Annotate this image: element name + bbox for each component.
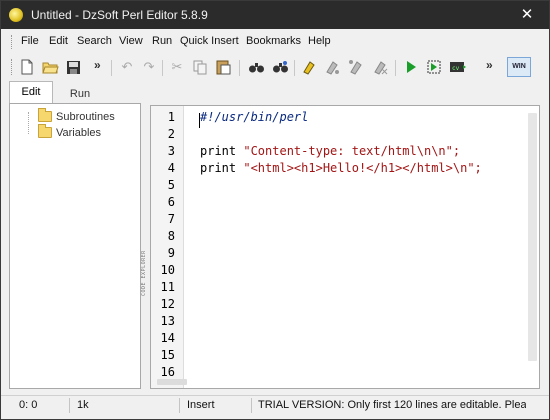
- toolbar-separator: [239, 60, 240, 76]
- line-number: 3: [167, 144, 175, 158]
- toolbar: » ↶ ↷ ✂ cv » WIN: [1, 54, 549, 80]
- toolbar-separator: [111, 60, 112, 76]
- line-number: 12: [160, 297, 175, 311]
- line-number: 9: [167, 246, 175, 260]
- find-next-icon[interactable]: [271, 58, 289, 76]
- toolbar-separator: [162, 60, 163, 76]
- menu-run[interactable]: Run: [152, 35, 172, 47]
- copy-icon[interactable]: [191, 58, 209, 76]
- toolbar-separator: [294, 60, 295, 76]
- menu-quick-insert[interactable]: Quick Insert: [180, 35, 239, 47]
- horizontal-scrollbar[interactable]: [157, 379, 187, 385]
- tree-item-label: Variables: [56, 126, 102, 139]
- line-number: 1: [167, 110, 175, 124]
- tree-item-subroutines[interactable]: Subroutines: [38, 108, 115, 124]
- syntax-check-icon[interactable]: [425, 58, 443, 76]
- main-window: Untitled - DzSoft Perl Editor 5.8.9 ✕ Fi…: [0, 0, 550, 420]
- line-number: 2: [167, 127, 175, 141]
- tree-connector: [28, 112, 38, 134]
- bookmark-clear-icon[interactable]: [371, 58, 389, 76]
- status-separator: [251, 398, 252, 413]
- menu-file[interactable]: File: [21, 35, 39, 47]
- app-logo-icon: [9, 8, 23, 22]
- undo-icon[interactable]: ↶: [118, 58, 136, 76]
- status-separator: [69, 398, 70, 413]
- close-button[interactable]: ✕: [505, 1, 549, 29]
- panel-tabs: Edit Run: [1, 81, 149, 103]
- open-folder-icon[interactable]: [41, 58, 59, 76]
- tab-edit[interactable]: Edit: [9, 81, 53, 103]
- status-separator: [179, 398, 180, 413]
- win-toggle-button[interactable]: WIN: [507, 57, 531, 77]
- tab-run[interactable]: Run: [57, 84, 103, 103]
- bookmark-next-icon[interactable]: [323, 58, 341, 76]
- line-number: 4: [167, 161, 175, 175]
- menu-bar: File Edit Search View Run Quick Insert B…: [1, 32, 549, 52]
- line-number: 11: [160, 280, 175, 294]
- folder-icon: [38, 124, 52, 138]
- redo-icon[interactable]: ↷: [140, 58, 158, 76]
- status-bar: 0: 0 1k Insert TRIAL VERSION: Only first…: [1, 395, 549, 415]
- menu-help[interactable]: Help: [308, 35, 331, 47]
- new-file-icon[interactable]: [18, 58, 36, 76]
- trial-message: TRIAL VERSION: Only first 120 lines are …: [258, 399, 526, 411]
- splitter-label: CODE EXPLORER: [141, 250, 147, 296]
- code-string: "Content-type: text/html\n\n";: [243, 144, 461, 158]
- console-icon[interactable]: cv: [449, 58, 467, 76]
- line-number: 13: [160, 314, 175, 328]
- folder-icon: [38, 108, 52, 122]
- line-number: 14: [160, 331, 175, 345]
- vertical-scrollbar[interactable]: [528, 113, 537, 361]
- paste-icon[interactable]: [214, 58, 232, 76]
- line-number-gutter: 1 2 3 4 5 6 7 8 9 10 11 12 13 14 15 16: [151, 106, 187, 388]
- menu-view[interactable]: View: [119, 35, 143, 47]
- code-explorer-tree: Subroutines Variables: [9, 103, 141, 389]
- bookmark-prev-icon[interactable]: [347, 58, 365, 76]
- line-number: 15: [160, 348, 175, 362]
- code-string: "<html><h1>Hello!</h1></html>\n";: [243, 161, 482, 175]
- toolbar-overflow-icon[interactable]: »: [94, 58, 101, 72]
- find-icon[interactable]: [247, 58, 265, 76]
- toolbar-grip[interactable]: [11, 59, 14, 75]
- toolbar-separator: [395, 60, 396, 76]
- line-number: 16: [160, 365, 175, 379]
- svg-text:cv: cv: [452, 65, 460, 72]
- tree-item-variables[interactable]: Variables: [38, 124, 102, 140]
- menu-search[interactable]: Search: [77, 35, 112, 47]
- run-icon[interactable]: [402, 58, 420, 76]
- cursor-position: 0: 0: [19, 399, 38, 411]
- line-number: 5: [167, 178, 175, 192]
- edit-mode: Insert: [187, 399, 215, 411]
- menu-edit[interactable]: Edit: [49, 35, 68, 47]
- menubar-grip[interactable]: [11, 35, 14, 49]
- code-line: print "<html><h1>Hello!</h1></html>\n";: [200, 161, 482, 175]
- tree-item-label: Subroutines: [56, 110, 115, 123]
- bookmark-icon[interactable]: [300, 58, 318, 76]
- file-size: 1k: [77, 399, 89, 411]
- code-explorer-splitter[interactable]: CODE EXPLORER: [141, 103, 150, 389]
- title-bar: Untitled - DzSoft Perl Editor 5.8.9 ✕: [1, 1, 549, 29]
- cut-icon[interactable]: ✂: [168, 58, 186, 76]
- toolbar-overflow-icon[interactable]: »: [486, 58, 493, 72]
- menu-bookmarks[interactable]: Bookmarks: [246, 35, 301, 47]
- line-number: 7: [167, 212, 175, 226]
- line-number: 6: [167, 195, 175, 209]
- code-line: print "Content-type: text/html\n\n";: [200, 144, 461, 158]
- window-title: Untitled - DzSoft Perl Editor 5.8.9: [31, 8, 208, 22]
- code-editor[interactable]: 1 2 3 4 5 6 7 8 9 10 11 12 13 14 15 16 #…: [150, 105, 540, 389]
- line-number: 8: [167, 229, 175, 243]
- code-line: #!/usr/bin/perl: [200, 110, 309, 124]
- save-icon[interactable]: [64, 58, 82, 76]
- line-number: 10: [160, 263, 175, 277]
